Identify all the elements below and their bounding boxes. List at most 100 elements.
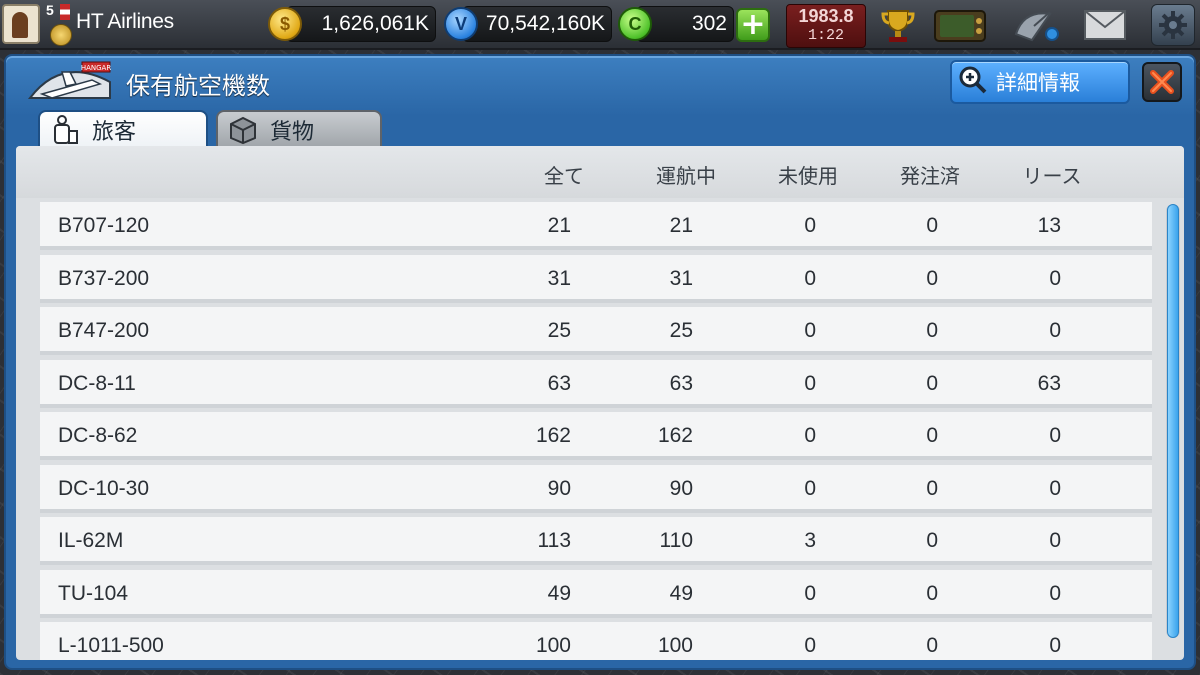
count-all: 21: [547, 214, 571, 237]
count-operating: 63: [669, 371, 693, 395]
table-row[interactable]: IL-62M 113 110 3 0 0: [40, 517, 1152, 565]
aircraft-model: B737-200: [58, 266, 150, 290]
panel-title: 保有航空機数: [126, 72, 270, 100]
count-lease: 0: [1049, 634, 1061, 657]
gold-amount: 1,626,061K: [321, 12, 429, 35]
table-row[interactable]: B747-200 25 25 0 0 0: [40, 307, 1152, 355]
count-ordered: 0: [926, 529, 938, 552]
count-operating: 49: [669, 581, 693, 605]
count-operating: 110: [659, 529, 693, 552]
count-ordered: 0: [926, 581, 938, 605]
count-lease: 0: [1049, 476, 1061, 500]
count-operating: 25: [669, 319, 693, 342]
v-amount: 70,542,160K: [485, 12, 605, 35]
tab-passenger[interactable]: 旅客: [38, 110, 208, 148]
count-lease: 0: [1049, 266, 1061, 290]
top-bar: 5 HT Airlines 1,626,061K $ 70,542,160K V…: [0, 0, 1200, 50]
passenger-icon: [50, 115, 80, 145]
fleet-count-panel: HANGAR 保有航空機数 詳細情報 旅客 貨物 全て 運航中 未使用 発注済 …: [4, 54, 1196, 670]
header-operating: 運航中: [656, 164, 716, 188]
count-ordered: 0: [926, 634, 938, 657]
c-coin-icon: C: [618, 7, 652, 41]
count-all: 63: [547, 371, 571, 395]
detail-info-button[interactable]: 詳細情報: [950, 60, 1130, 104]
table-row[interactable]: TU-104 49 49 0 0 0: [40, 569, 1152, 618]
table-row[interactable]: B707-120 21 21 0 0 13: [40, 202, 1152, 250]
count-lease: 0: [1049, 424, 1061, 447]
tv-icon[interactable]: [930, 4, 990, 46]
v-balance: 70,542,160K: [462, 6, 612, 42]
tab-passenger-label: 旅客: [92, 120, 137, 145]
mail-icon[interactable]: [1080, 4, 1130, 46]
header-unused: 未使用: [778, 164, 838, 188]
gold-balance: 1,626,061K: [286, 6, 436, 42]
count-lease: 0: [1049, 529, 1061, 552]
count-unused: 3: [804, 529, 816, 552]
table-row[interactable]: DC-8-11 63 63 0 0 63: [40, 359, 1152, 408]
count-ordered: 0: [926, 319, 938, 342]
c-amount: 302: [691, 12, 727, 35]
gold-coin-icon: $: [268, 7, 302, 41]
header-ordered: 発注済: [900, 164, 960, 188]
count-ordered: 0: [926, 424, 938, 447]
aircraft-model: DC-8-62: [58, 424, 138, 447]
count-ordered: 0: [926, 266, 938, 290]
count-ordered: 0: [926, 371, 938, 395]
count-unused: 0: [804, 319, 816, 342]
count-lease: 63: [1037, 371, 1061, 395]
count-ordered: 0: [926, 214, 938, 237]
table-body[interactable]: B707-120 21 21 0 0 13 B737-200 31 31 0 0 0 B747-200 2…: [40, 202, 1152, 660]
game-year: 1983.8: [798, 6, 854, 26]
scrollbar[interactable]: [1166, 204, 1180, 638]
count-all: 49: [547, 581, 571, 605]
hangar-label: HANGAR: [81, 64, 112, 72]
aircraft-model: B747-200: [58, 319, 150, 342]
count-lease: 0: [1049, 319, 1061, 342]
tab-cargo-label: 貨物: [270, 120, 315, 145]
flag-icon: [60, 4, 70, 20]
count-unused: 0: [804, 476, 816, 500]
aircraft-model: TU-104: [58, 581, 129, 605]
settings-button[interactable]: [1150, 4, 1196, 46]
count-operating: 100: [657, 634, 693, 657]
trophy-icon[interactable]: [876, 4, 920, 46]
count-all: 100: [535, 634, 571, 657]
count-operating: 90: [669, 476, 693, 500]
game-time: 1:22: [807, 27, 844, 44]
table-row[interactable]: B737-200 31 31 0 0 0: [40, 254, 1152, 303]
count-lease: 13: [1037, 214, 1061, 237]
count-all: 31: [547, 266, 571, 290]
count-unused: 0: [804, 424, 816, 447]
close-button[interactable]: [1142, 62, 1182, 102]
gear-icon: [1151, 4, 1195, 46]
ceo-avatar[interactable]: [2, 4, 40, 44]
game-date-box[interactable]: 1983.8 1:22: [786, 4, 866, 48]
cargo-box-icon: [228, 115, 258, 145]
magnifier-icon: [958, 65, 988, 100]
count-operating: 31: [669, 266, 693, 290]
count-lease: 0: [1049, 581, 1061, 605]
count-operating: 21: [669, 214, 693, 237]
count-unused: 0: [804, 581, 816, 605]
buy-currency-button[interactable]: +: [736, 8, 770, 42]
count-all: 25: [547, 319, 571, 342]
aircraft-model: IL-62M: [58, 529, 124, 552]
detail-info-label: 詳細情報: [996, 71, 1080, 95]
count-unused: 0: [804, 634, 816, 657]
count-all: 90: [547, 476, 571, 500]
table-row[interactable]: L-1011-500 100 100 0 0 0: [40, 622, 1152, 660]
airline-name[interactable]: HT Airlines: [76, 10, 174, 34]
scrollbar-thumb[interactable]: [1167, 204, 1179, 638]
table-row[interactable]: DC-8-62 162 162 0 0 0: [40, 412, 1152, 460]
count-operating: 162: [657, 424, 693, 447]
table-row[interactable]: DC-10-30 90 90 0 0 0: [40, 464, 1152, 513]
aircraft-model: L-1011-500: [58, 634, 164, 657]
tab-cargo[interactable]: 貨物: [216, 110, 382, 148]
count-unused: 0: [804, 214, 816, 237]
count-unused: 0: [804, 371, 816, 395]
v-coin-icon: V: [444, 7, 478, 41]
radar-icon[interactable]: [1008, 4, 1062, 46]
aircraft-model: DC-10-30: [58, 476, 150, 500]
count-unused: 0: [804, 266, 816, 290]
header-lease: リース: [1022, 164, 1082, 188]
